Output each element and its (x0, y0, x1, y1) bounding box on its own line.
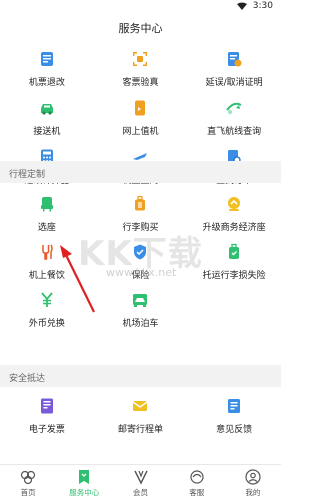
home-icon (20, 470, 36, 485)
service-label: 托运行李损失险 (202, 271, 266, 281)
tab-profile[interactable]: 我的 (225, 465, 281, 500)
status-time: 3:30 (252, 1, 273, 11)
seat-icon (38, 195, 56, 213)
service-center-icon (79, 470, 90, 484)
tab-customer-service[interactable]: 客服 (169, 465, 225, 500)
service-label: 机票退改 (28, 78, 65, 88)
service-ticket-refund[interactable]: 机票退改 (0, 50, 94, 99)
tab-label: 我的 (245, 488, 261, 497)
e-invoice-icon (38, 397, 56, 415)
section-title: 行程定制 (9, 170, 46, 180)
luggage-icon (131, 195, 149, 213)
tab-label: 客服 (189, 488, 205, 497)
bottom-tab-bar: 首页 服务中心 会员 客服 我的 (0, 464, 281, 500)
ticket-verify-icon (131, 50, 149, 68)
parking-icon (131, 291, 149, 309)
tab-label: 会员 (133, 488, 148, 497)
service-seat[interactable]: 选座 (0, 195, 94, 243)
service-label: 接送机 (33, 127, 61, 137)
service-label: 网上值机 (122, 127, 159, 137)
service-route-search[interactable]: 直飞航线查询 (187, 99, 281, 148)
service-label: 升级商务经济座 (202, 223, 266, 233)
service-car-pickup[interactable]: 接送机 (0, 99, 94, 148)
service-insurance[interactable]: 保险 (94, 243, 188, 291)
customer-service-icon (190, 470, 204, 484)
service-label: 意见反馈 (216, 425, 253, 435)
service-feedback[interactable]: 意见反馈 (187, 397, 281, 445)
service-label: 保险 (131, 271, 150, 281)
section-header-safe-arrival: 安全抵达 (0, 365, 281, 387)
service-label: 延误/取消证明 (205, 78, 263, 88)
tab-home[interactable]: 首页 (0, 465, 56, 500)
tab-service-center[interactable]: 服务中心 (56, 465, 112, 500)
meal-icon (38, 243, 56, 261)
baggage-insurance-icon (225, 243, 243, 261)
service-ticket-verify[interactable]: 客票验真 (94, 50, 188, 99)
online-checkin-icon (131, 99, 149, 117)
insurance-icon (131, 243, 149, 261)
section-header-trip-custom: 行程定制 (0, 161, 281, 183)
service-grid-arrival: 电子发票 邮寄行程单 意见反馈 (0, 397, 281, 445)
service-online-checkin[interactable]: 网上值机 (94, 99, 188, 148)
service-currency-exchange[interactable]: 外币兑换 (0, 291, 94, 339)
car-pickup-icon (38, 99, 56, 117)
service-label: 直飞航线查询 (207, 127, 262, 137)
member-icon (133, 470, 148, 485)
service-mail-itinerary[interactable]: 邮寄行程单 (94, 397, 188, 445)
profile-icon (245, 469, 261, 485)
section-title: 安全抵达 (9, 374, 46, 384)
service-meal[interactable]: 机上餐饮 (0, 243, 94, 291)
wifi-icon (236, 2, 247, 10)
service-label: 选座 (37, 223, 56, 233)
service-label: 行李购买 (122, 223, 159, 233)
status-bar: 3:30 (0, 0, 281, 14)
tab-member[interactable]: 会员 (112, 465, 168, 500)
route-search-icon (225, 99, 243, 117)
service-label: 外币兑换 (28, 319, 65, 329)
service-label: 机上餐饮 (28, 271, 65, 281)
feedback-icon (225, 397, 243, 415)
ticket-refund-icon (38, 50, 56, 68)
service-parking[interactable]: 机场泊车 (94, 291, 188, 339)
tab-label: 服务中心 (69, 488, 100, 497)
tab-label: 首页 (20, 488, 36, 497)
mail-itinerary-icon (131, 397, 149, 415)
service-label: 客票验真 (122, 78, 159, 88)
page-title: 服务中心 (118, 22, 163, 35)
service-grid-trip: 选座 行李购买 升级商务经济座 机上餐饮 保险 托运行李损失险 外币兑换 机场泊… (0, 195, 281, 339)
service-label: 电子发票 (28, 425, 65, 435)
service-delay-certificate[interactable]: 延误/取消证明 (187, 50, 281, 99)
service-luggage[interactable]: 行李购买 (94, 195, 188, 243)
delay-certificate-icon (225, 50, 243, 68)
service-upgrade[interactable]: 升级商务经济座 (187, 195, 281, 243)
service-label: 邮寄行程单 (117, 425, 163, 435)
service-baggage-insurance[interactable]: 托运行李损失险 (187, 243, 281, 291)
upgrade-icon (225, 195, 243, 213)
service-e-invoice[interactable]: 电子发票 (0, 397, 94, 445)
service-label: 机场泊车 (122, 319, 159, 329)
currency-exchange-icon (38, 291, 56, 309)
